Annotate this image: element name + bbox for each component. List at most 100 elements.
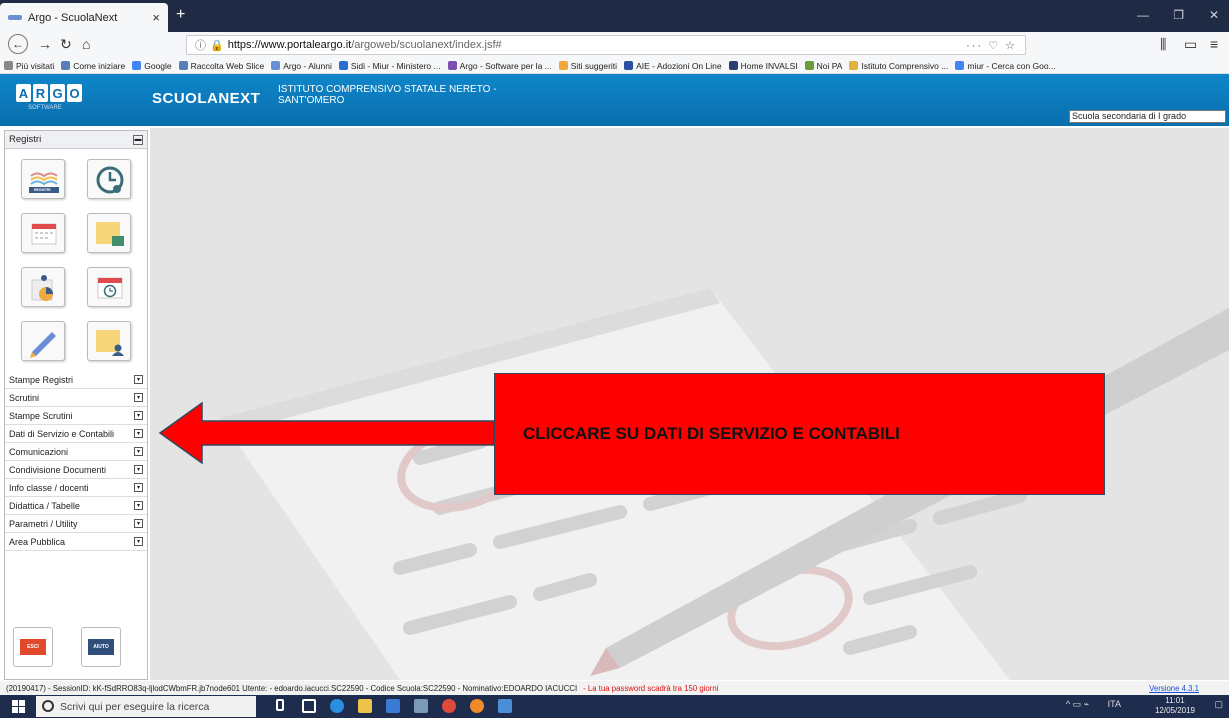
- sidebar-menu-item[interactable]: Comunicazioni ▾: [5, 443, 147, 461]
- store-icon[interactable]: [386, 699, 400, 713]
- taskbar-clock[interactable]: 11:01 12/05/2019: [1155, 696, 1195, 716]
- section-registri-label: Registri: [9, 134, 42, 145]
- maximize-icon[interactable]: ❐: [1173, 8, 1184, 22]
- sidebar-menu: Stampe Registri ▾ Scrutini ▾ Stampe Scrutini…: [5, 371, 147, 551]
- sidebar-toggle-icon[interactable]: ▭: [1184, 36, 1197, 53]
- version-link[interactable]: Versione 4.3.1: [1149, 684, 1199, 693]
- section-registri[interactable]: Registri ▬: [5, 131, 147, 149]
- sidebar-menu-item[interactable]: Didattica / Tabelle ▾: [5, 497, 147, 515]
- microphone-icon[interactable]: [276, 699, 284, 711]
- language-indicator[interactable]: ITA: [1108, 699, 1121, 709]
- menu-icon[interactable]: ≡: [1210, 36, 1218, 52]
- browser-nav-bar: ← → ↻ ⌂ ⓘ 🔒 https://www.portaleargo.it /…: [0, 32, 1229, 58]
- browser-tab[interactable]: Argo - ScuolaNext ×: [0, 3, 168, 32]
- note-docenti-button[interactable]: [87, 321, 131, 361]
- bookmark-item[interactable]: AIE - Adozioni On Line: [624, 61, 722, 71]
- bookmark-item[interactable]: Google: [132, 60, 172, 71]
- file-explorer-icon[interactable]: [358, 699, 372, 713]
- logo-letter: G: [50, 84, 65, 102]
- bookmark-item[interactable]: Noi PA: [804, 61, 842, 71]
- collapse-icon[interactable]: ▬: [133, 134, 143, 145]
- home-icon[interactable]: ⌂: [82, 36, 90, 52]
- browser-tab-bar: Argo - ScuolaNext × + — ❐ ✕: [0, 0, 1229, 32]
- url-actions[interactable]: ··· ♡ ☆: [966, 39, 1017, 52]
- expand-icon[interactable]: ▾: [134, 501, 143, 510]
- bookmark-item[interactable]: Più visitati: [4, 61, 54, 71]
- sidebar-menu-item[interactable]: Parametri / Utility ▾: [5, 515, 147, 533]
- pencil-icon: [30, 332, 56, 358]
- network-app-icon[interactable]: [414, 699, 428, 713]
- logo-subtitle: SOFTWARE: [28, 105, 62, 111]
- tab-close-icon[interactable]: ×: [152, 10, 160, 25]
- edge-icon[interactable]: [330, 699, 344, 713]
- taskbar-search-input[interactable]: Scrivi qui per eseguire la ricerca: [36, 696, 256, 717]
- expand-icon[interactable]: ▾: [134, 429, 143, 438]
- annotation-text: CLICCARE SU DATI DI SERVIZIO E CONTABILI: [523, 424, 900, 443]
- sidebar-menu-item[interactable]: Info classe / docenti ▾: [5, 479, 147, 497]
- calendario-button[interactable]: [21, 213, 65, 253]
- bookmark-item[interactable]: Argo - Alunni: [271, 61, 332, 71]
- reload-icon[interactable]: ↻: [60, 36, 72, 53]
- chrome-icon[interactable]: [442, 699, 456, 713]
- bookmark-item[interactable]: Raccolta Web Slice: [178, 61, 264, 71]
- bookmark-item[interactable]: Istituto Comprensivo ...: [849, 61, 948, 71]
- bookmark-label: Google: [144, 60, 172, 71]
- modifica-button[interactable]: [21, 321, 65, 361]
- url-host: https://www.portaleargo.it: [227, 39, 352, 51]
- sidebar-menu-item[interactable]: Stampe Scrutini ▾: [5, 407, 147, 425]
- sidebar-bottom-buttons: ESCI AIUTO: [13, 627, 121, 667]
- bookmark-label: miur - Cerca con Goo...: [967, 60, 1056, 71]
- forward-icon[interactable]: →: [38, 36, 52, 52]
- bookmark-icon: [728, 61, 738, 70]
- bookmark-item[interactable]: Home INVALSI: [728, 61, 798, 71]
- bookmark-icon: [338, 61, 348, 70]
- info-icon[interactable]: ⓘ: [195, 37, 206, 53]
- bookmark-label: Sidi - Miur - Ministero ...: [350, 60, 441, 71]
- photos-icon[interactable]: [498, 699, 512, 713]
- bookmark-label: Argo - Software per la ...: [459, 60, 552, 71]
- back-icon[interactable]: ←: [8, 34, 28, 54]
- exit-button[interactable]: ESCI: [13, 627, 53, 667]
- expand-icon[interactable]: ▾: [134, 447, 143, 456]
- orario-button[interactable]: [87, 159, 131, 199]
- expand-icon[interactable]: ▾: [134, 519, 143, 528]
- bookmark-item[interactable]: miur - Cerca con Goo...: [955, 60, 1056, 71]
- windows-start-icon[interactable]: [12, 700, 25, 713]
- tray-icons[interactable]: ^ ▭ ⌁: [1066, 699, 1089, 710]
- sidebar-menu-item[interactable]: Stampe Registri ▾: [5, 371, 147, 389]
- sidebar-menu-item[interactable]: Condivisione Documenti ▾: [5, 461, 147, 479]
- orario-calendario-button[interactable]: [87, 267, 131, 307]
- new-tab-icon[interactable]: +: [176, 6, 185, 24]
- notifications-icon[interactable]: ▢: [1214, 699, 1223, 710]
- expand-icon[interactable]: ▾: [134, 465, 143, 474]
- statistiche-button[interactable]: [21, 267, 65, 307]
- task-view-icon[interactable]: [302, 699, 316, 713]
- expand-icon[interactable]: ▾: [134, 483, 143, 492]
- sidebar-menu-item[interactable]: Area Pubblica ▾: [5, 533, 147, 551]
- calendar-clock-icon: [97, 277, 123, 299]
- url-bar[interactable]: ⓘ 🔒 https://www.portaleargo.it /argoweb/…: [186, 35, 1026, 55]
- library-icon[interactable]: ⫼: [1160, 36, 1166, 53]
- expand-icon[interactable]: ▾: [134, 375, 143, 384]
- registri-button[interactable]: REGISTRI: [21, 159, 65, 199]
- expand-icon[interactable]: ▾: [134, 411, 143, 420]
- argo-logo: ARGO: [16, 84, 84, 102]
- sidebar-menu-label: Comunicazioni: [9, 446, 69, 457]
- bookmark-item[interactable]: Come iniziare: [61, 61, 125, 71]
- bookmark-item[interactable]: Sidi - Miur - Ministero ...: [338, 60, 441, 71]
- firefox-icon[interactable]: [470, 699, 484, 713]
- expand-icon[interactable]: ▾: [134, 393, 143, 402]
- sidebar-menu-item[interactable]: Scrutini ▾: [5, 389, 147, 407]
- close-window-icon[interactable]: ✕: [1209, 8, 1219, 22]
- bookmark-item[interactable]: Siti suggeriti: [558, 61, 617, 71]
- sidebar-menu-item[interactable]: Dati di Servizio e Contabili ▾: [5, 425, 147, 443]
- url-path: /argoweb/scuolanext/index.jsf#: [351, 39, 502, 51]
- search-placeholder: Scrivi qui per eseguire la ricerca: [60, 700, 210, 713]
- note-button[interactable]: [87, 213, 131, 253]
- bookmark-item[interactable]: Argo - Software per la ...: [447, 60, 552, 71]
- bookmark-label: Istituto Comprensivo ...: [861, 60, 949, 71]
- help-button[interactable]: AIUTO: [81, 627, 121, 667]
- school-level-select[interactable]: Scuola secondaria di I grado: [1069, 110, 1226, 123]
- expand-icon[interactable]: ▾: [134, 537, 143, 546]
- minimize-icon[interactable]: —: [1137, 8, 1149, 22]
